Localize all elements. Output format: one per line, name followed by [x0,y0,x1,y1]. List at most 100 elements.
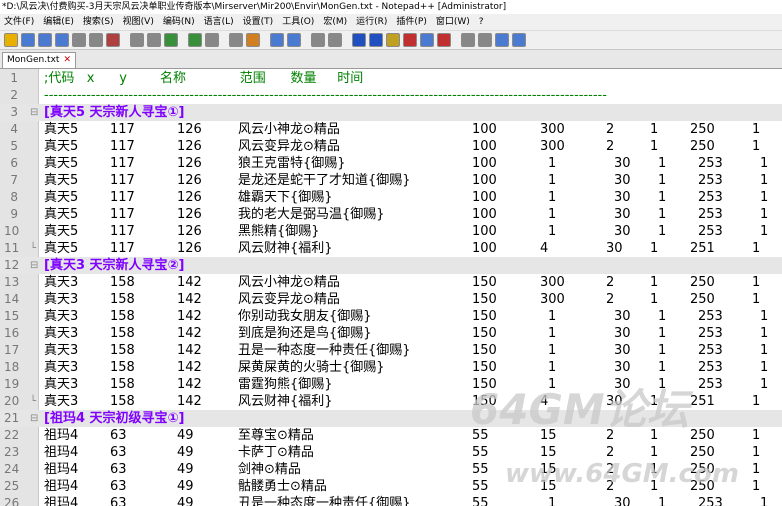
cell: 142 [177,394,202,409]
close-all-icon[interactable] [89,33,103,47]
cell: 1 [658,309,667,324]
cell: 150 [472,326,497,341]
line-row[interactable]: 4 真天5 117 126 风云小神龙⊙精品 100 300 2 1 250 1 [0,121,782,138]
menu-item[interactable]: ? [475,14,489,30]
indent-guide-icon[interactable] [386,33,400,47]
cell: 142 [177,275,202,290]
replace-icon[interactable] [246,33,260,47]
line-row[interactable]: 24 祖玛4 63 49 剑神⊙精品 55 15 2 1 250 1 [0,461,782,478]
cell: 30 [614,207,631,222]
udl-icon[interactable] [403,33,417,47]
doc-map-icon[interactable] [420,33,434,47]
cell: 150 [472,394,497,409]
stop-macro-icon[interactable] [478,33,492,47]
line-row[interactable]: 17 真天3 158 142 丑是一种态度一种责任{御赐} 150 1 30 1 253 1 [0,342,782,359]
cell: 真天5 [44,207,79,222]
menu-bar: 文件(F) 编辑(E) 搜索(S) 视图(V) 编码(N) 语言(L) 设置(T) 工具(O)… [0,14,782,31]
line-row[interactable]: 22 祖玛4 63 49 至尊宝⊙精品 55 15 2 1 250 1 [0,427,782,444]
line-row[interactable]: 6 真天5 117 126 狼王克雷特{御赐} 100 1 30 1 253 1 [0,155,782,172]
cell: 250 [690,122,715,137]
line-row[interactable]: 12 ⊟ [真天3 天宗新人寻宝②] [0,257,782,274]
copy-icon[interactable] [147,33,161,47]
paste-icon[interactable] [164,33,178,47]
cell: 1 [760,496,769,506]
cell: 30 [614,496,631,506]
cell: 250 [690,428,715,443]
cell: 祖玛4 [44,496,79,506]
save-macro-icon[interactable] [512,33,526,47]
line-row[interactable]: 23 祖玛4 63 49 卡萨丁⊙精品 55 15 2 1 250 1 [0,444,782,461]
redo-icon[interactable] [205,33,219,47]
menu-item[interactable]: 工具(O) [278,14,319,30]
zoom-in-icon[interactable] [270,33,284,47]
cell: 251 [690,394,715,409]
line-row[interactable]: 18 真天3 158 142 屎黄屎黄的火骑士{御赐} 150 1 30 1 253 1 [0,359,782,376]
cell: 风云财神{福利} [238,241,333,256]
zoom-out-icon[interactable] [287,33,301,47]
fold-minus-icon[interactable]: ⊟ [30,410,38,427]
save-all-icon[interactable] [55,33,69,47]
menu-item[interactable]: 搜索(S) [79,14,119,30]
fold-line-icon: └ [30,396,37,407]
line-row[interactable]: 2 ---------------------------------------… [0,87,782,104]
line-row[interactable]: 25 祖玛4 63 49 骷髅勇士⊙精品 55 15 2 1 250 1 [0,478,782,495]
fold-minus-icon[interactable]: ⊟ [30,257,38,274]
open-file-icon[interactable] [21,33,35,47]
menu-item[interactable]: 窗口(W) [432,14,475,30]
cut-icon[interactable] [130,33,144,47]
line-number: 5 [10,139,18,153]
cell: 300 [540,292,565,307]
sync-v-icon[interactable] [311,33,325,47]
new-file-icon[interactable] [4,33,18,47]
menu-item[interactable]: 设置(T) [239,14,279,30]
line-number: 19 [4,377,20,391]
sync-h-icon[interactable] [328,33,342,47]
tab-montgen[interactable]: MonGen.txt ✕ [2,52,76,68]
line-row[interactable]: 9 真天5 117 126 我的老大是弼马温{御赐} 100 1 30 1 253 1 [0,206,782,223]
find-icon[interactable] [229,33,243,47]
all-chars-icon[interactable] [369,33,383,47]
play-macro-icon[interactable] [495,33,509,47]
save-icon[interactable] [38,33,52,47]
fold-minus-icon[interactable]: ⊟ [30,104,38,121]
line-row[interactable]: 19 真天3 158 142 雷霆狗熊{御赐} 150 1 30 1 253 1 [0,376,782,393]
line-row[interactable]: 14 真天3 158 142 风云变异龙⊙精品 150 300 2 1 250 1 [0,291,782,308]
cell: 1 [548,156,557,171]
cell: 到底是狗还是鸟{御赐} [238,326,372,341]
line-row[interactable]: 13 真天3 158 142 风云小神龙⊙精品 150 300 2 1 250 1 [0,274,782,291]
menu-item[interactable]: 插件(P) [392,14,431,30]
menu-item[interactable]: 编辑(E) [39,14,79,30]
cell: 30 [614,343,631,358]
cell: 150 [472,275,497,290]
menu-item[interactable]: 运行(R) [352,14,392,30]
record-macro-icon[interactable] [461,33,475,47]
line-row[interactable]: 1 ;代码 x y 名称 范围 数量 时间 [0,70,782,87]
line-row[interactable]: 3 ⊟ [真天5 天宗新人寻宝①] [0,104,782,121]
function-list-icon[interactable] [437,33,451,47]
cell: 2 [606,122,615,137]
line-row[interactable]: 21 ⊟ [祖玛4 天宗初级寻宝①] [0,410,782,427]
line-row[interactable]: 11 └ 真天5 117 126 风云财神{福利} 100 4 30 1 251 1 [0,240,782,257]
line-row[interactable]: 5 真天5 117 126 风云变异龙⊙精品 100 300 2 1 250 1 [0,138,782,155]
editor-area[interactable]: 1 ;代码 x y 名称 范围 数量 时间 2 -------------------… [0,69,782,506]
line-row[interactable]: 15 真天3 158 142 你别动我女朋友{御赐} 150 1 30 1 253 1 [0,308,782,325]
line-row[interactable]: 7 真天5 117 126 是龙还是蛇干了才知道{御赐} 100 1 30 1 253 1 [0,172,782,189]
line-row[interactable]: 26 祖玛4 63 49 丑是一种态度一种责任{御赐} 55 1 30 1 253 1 [0,495,782,506]
menu-item[interactable]: 视图(V) [119,14,159,30]
print-icon[interactable] [106,33,120,47]
close-icon[interactable] [72,33,86,47]
undo-icon[interactable] [188,33,202,47]
menu-item[interactable]: 文件(F) [0,14,39,30]
cell: 1 [658,207,667,222]
menu-item[interactable]: 语言(L) [200,14,239,30]
line-row[interactable]: 10 真天5 117 126 黑熊精{御赐} 100 1 30 1 253 1 [0,223,782,240]
line-row[interactable]: 8 真天5 117 126 雄霸天下{御赐} 100 1 30 1 253 1 [0,189,782,206]
cell: 100 [472,139,497,154]
wrap-icon[interactable] [352,33,366,47]
menu-item[interactable]: 宏(M) [319,14,352,30]
cell: 1 [548,190,557,205]
tab-close-icon[interactable]: ✕ [63,55,71,65]
menu-item[interactable]: 编码(N) [159,14,200,30]
line-row[interactable]: 20 └ 真天3 158 142 风云财神{福利} 150 4 30 1 251 1 [0,393,782,410]
line-row[interactable]: 16 真天3 158 142 到底是狗还是鸟{御赐} 150 1 30 1 253 1 [0,325,782,342]
